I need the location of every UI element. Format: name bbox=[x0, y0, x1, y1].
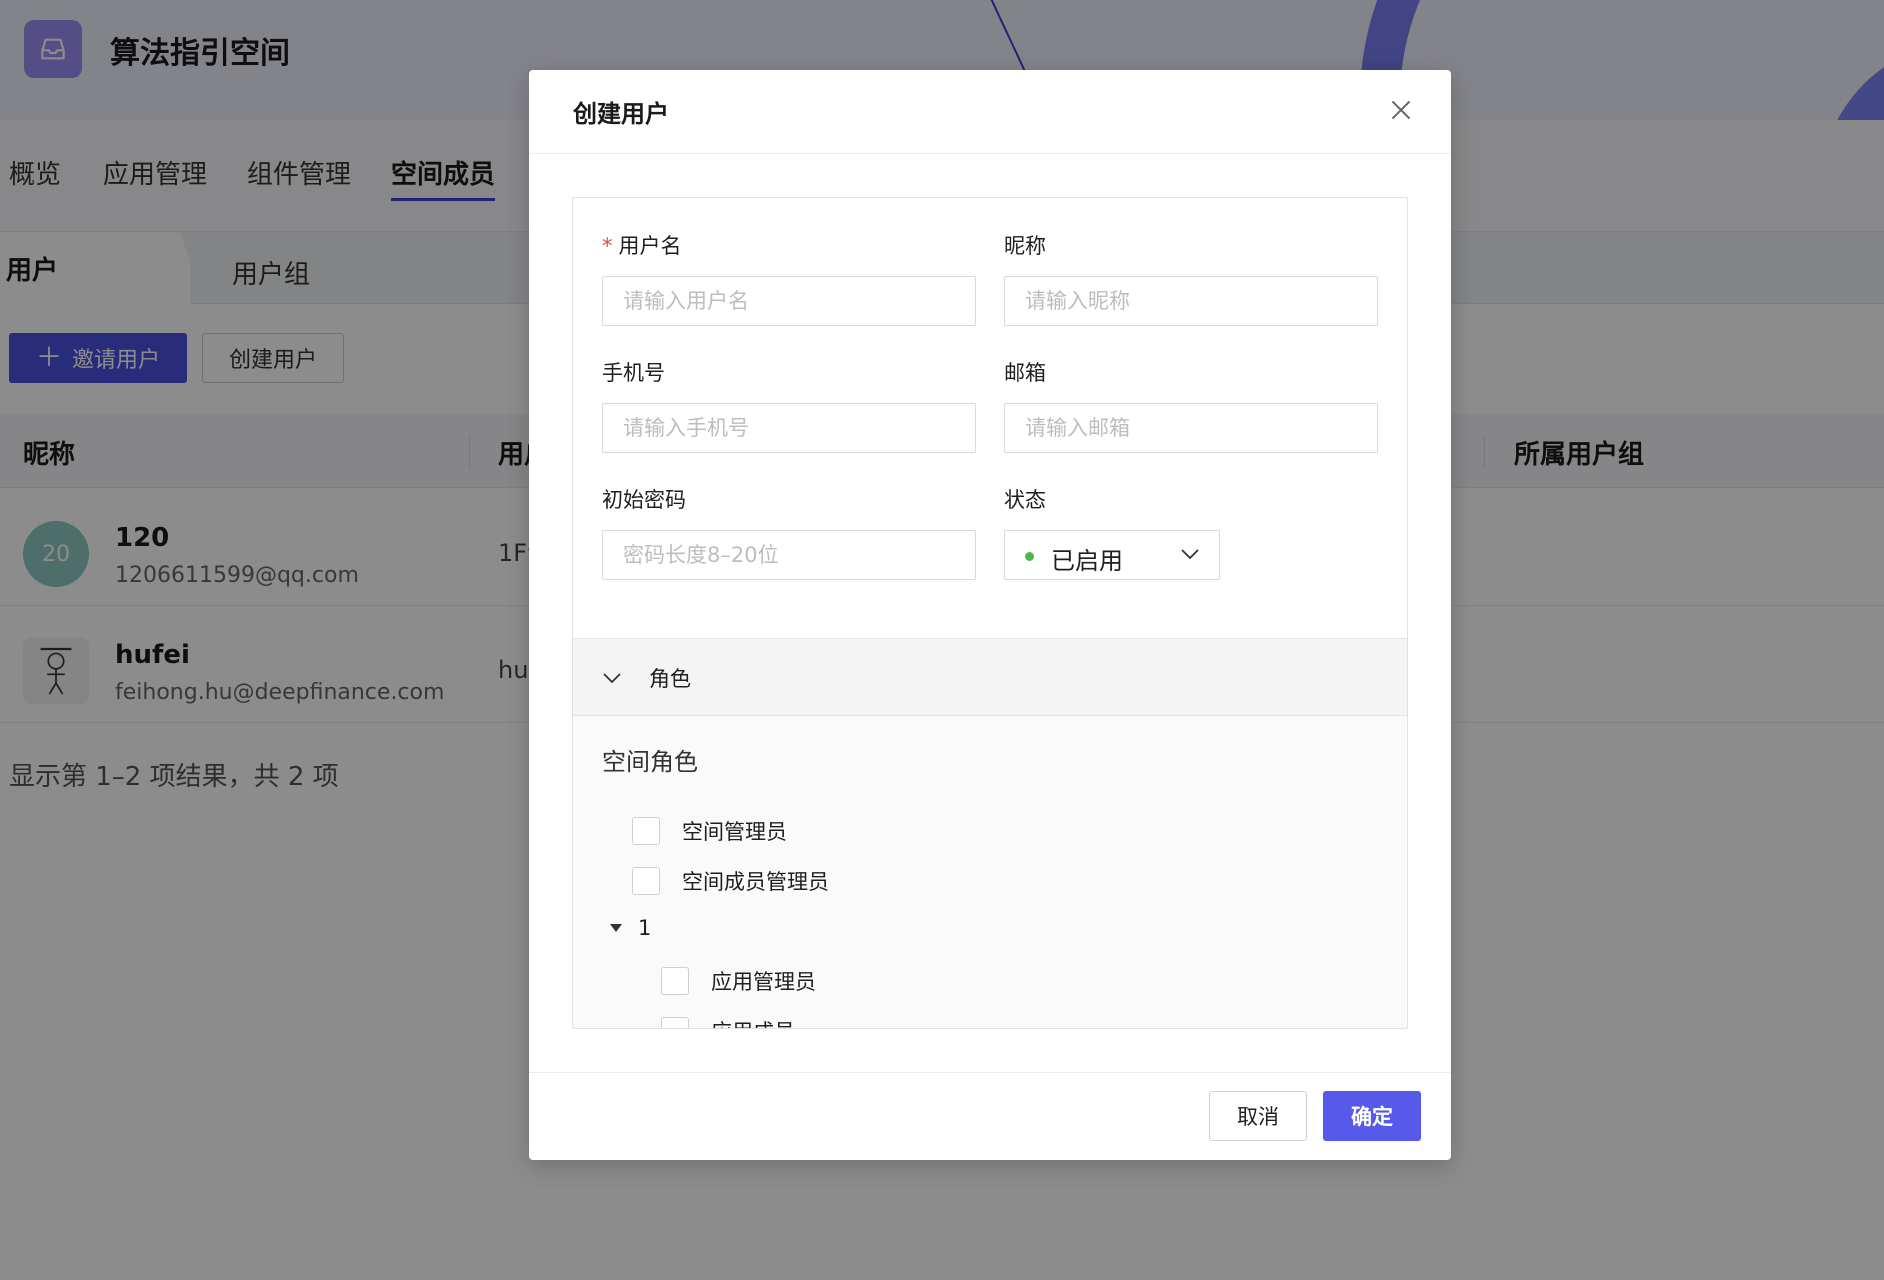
role-option[interactable]: 应用成员 bbox=[661, 1016, 795, 1028]
role-tree-node[interactable]: 1 bbox=[610, 916, 651, 940]
role-option[interactable]: 空间管理员 bbox=[632, 816, 787, 846]
basic-info-section: *用户名 昵称 手机号 邮箱 初始密码 状态 已启用 bbox=[573, 198, 1407, 638]
close-icon[interactable] bbox=[1389, 98, 1413, 122]
status-label: 状态 bbox=[1004, 488, 1046, 512]
chevron-down-icon bbox=[603, 673, 621, 684]
role-checkbox[interactable] bbox=[632, 817, 660, 845]
role-option[interactable]: 应用管理员 bbox=[661, 966, 816, 996]
email-label: 邮箱 bbox=[1004, 361, 1046, 385]
caret-down-icon[interactable] bbox=[610, 924, 622, 932]
phone-input[interactable] bbox=[602, 403, 976, 453]
roles-panel-body: 空间角色 空间管理员 空间成员管理员 1 应用管理员 应用成员 bbox=[573, 716, 1407, 1028]
confirm-button[interactable]: 确定 bbox=[1323, 1091, 1421, 1141]
required-mark: * bbox=[602, 234, 613, 258]
status-value: 已启用 bbox=[1051, 547, 1123, 575]
nickname-label: 昵称 bbox=[1004, 234, 1046, 258]
role-label: 应用管理员 bbox=[711, 970, 816, 994]
role-checkbox[interactable] bbox=[661, 1017, 689, 1028]
username-label: * 用户名 bbox=[602, 230, 682, 260]
phone-label: 手机号 bbox=[602, 361, 665, 385]
role-label: 空间管理员 bbox=[682, 820, 787, 844]
role-label: 应用成员 bbox=[711, 1016, 795, 1028]
email-input[interactable] bbox=[1004, 403, 1378, 453]
role-checkbox[interactable] bbox=[661, 967, 689, 995]
role-label: 空间成员管理员 bbox=[682, 870, 829, 894]
role-checkbox[interactable] bbox=[632, 867, 660, 895]
password-label: 初始密码 bbox=[602, 488, 686, 512]
password-input[interactable] bbox=[602, 530, 976, 580]
roles-collapse-header[interactable]: 角色 bbox=[573, 638, 1407, 716]
chevron-down-icon bbox=[1181, 549, 1199, 560]
roles-panel-title: 角色 bbox=[649, 667, 691, 691]
username-input[interactable] bbox=[602, 276, 976, 326]
cancel-button[interactable]: 取消 bbox=[1209, 1091, 1307, 1141]
modal-footer: 取消 确定 bbox=[529, 1072, 1451, 1160]
status-select[interactable]: 已启用 bbox=[1004, 530, 1220, 580]
modal-title: 创建用户 bbox=[573, 100, 669, 128]
status-dot bbox=[1025, 552, 1034, 561]
modal-header: 创建用户 bbox=[529, 70, 1451, 154]
create-user-modal: 创建用户 *用户名 昵称 手机号 邮箱 初始密码 状态 已启用 角色 bbox=[529, 70, 1451, 1160]
role-option[interactable]: 空间成员管理员 bbox=[632, 866, 829, 896]
space-roles-title: 空间角色 bbox=[602, 748, 698, 776]
username-label-text: 用户名 bbox=[618, 234, 682, 258]
tree-node-label: 1 bbox=[638, 916, 652, 940]
nickname-input[interactable] bbox=[1004, 276, 1378, 326]
user-form: *用户名 昵称 手机号 邮箱 初始密码 状态 已启用 角色 空间角色 bbox=[572, 197, 1408, 1029]
